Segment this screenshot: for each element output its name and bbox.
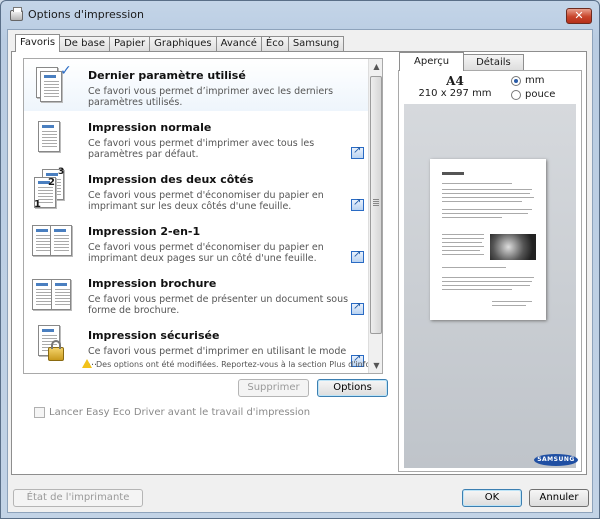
scroll-down-icon[interactable]: ▼ <box>369 358 382 373</box>
edit-icon[interactable] <box>351 249 364 263</box>
lock-shackle-icon <box>51 340 61 349</box>
close-button[interactable]: ✕ <box>566 8 592 24</box>
tab-details[interactable]: Détails <box>463 54 524 71</box>
favorite-item-normal[interactable]: Impression normale Ce favori vous permet… <box>24 111 368 163</box>
favorite-description: Ce favori vous permet de présenter un do… <box>88 294 349 316</box>
tab-apercu[interactable]: Aperçu <box>399 52 465 71</box>
tab-eco[interactable]: Éco <box>260 36 289 52</box>
preview-area: SAMSUNG <box>404 104 578 468</box>
edit-icon[interactable] <box>351 301 364 315</box>
unit-mm-radio[interactable] <box>511 75 521 86</box>
warning-message: Des options ont été modifiées. Reportez-… <box>82 359 373 369</box>
document-preview <box>430 159 546 320</box>
page-number-1-icon: 1 <box>34 199 41 210</box>
favorite-name: Impression normale <box>88 121 212 134</box>
tab-samsung[interactable]: Samsung <box>287 36 345 52</box>
favorite-description: Ce favori vous permet d'imprimer avec to… <box>88 138 315 160</box>
lock-icon <box>48 347 64 361</box>
paper-size: A4 <box>446 74 464 88</box>
titlebar: Options d'impression ✕ <box>1 1 599 29</box>
favorite-item-last-used[interactable]: ✓ Dernier paramètre utilisé Ce favori vo… <box>24 59 368 111</box>
favorite-name: Impression 2-en-1 <box>88 225 201 238</box>
favorite-item-booklet[interactable]: Impression brochure Ce favori vous perme… <box>24 267 368 319</box>
eco-driver-option[interactable]: Lancer Easy Eco Driver avant le travail … <box>34 407 310 418</box>
tab-strip: Favoris De base Papier Graphiques Avancé… <box>15 34 345 52</box>
window-title: Options d'impression <box>28 8 144 21</box>
warning-icon <box>82 359 92 368</box>
delete-button[interactable]: Supprimer <box>238 379 309 397</box>
unit-mm-label: mm <box>525 75 545 86</box>
edit-icon[interactable] <box>351 197 364 211</box>
printer-icon <box>10 7 23 21</box>
check-icon: ✓ <box>60 63 72 79</box>
favorite-thumbnail <box>30 271 74 315</box>
preview-tab-strip: Aperçu Détails <box>399 52 524 71</box>
vertical-scrollbar[interactable]: ▲ ▼ <box>368 59 382 373</box>
printer-status-button[interactable]: État de l'imprimante <box>13 489 143 507</box>
preview-box: A4 210 x 297 mm mm pouce SAMSUNG <box>398 70 582 472</box>
favorites-panel: ✓ Dernier paramètre utilisé Ce favori vo… <box>11 51 587 475</box>
page-number-3-icon: 3 <box>58 167 65 177</box>
favorite-description: Ce favori vous permet d'économiser du pa… <box>88 242 324 264</box>
scrollbar-thumb[interactable] <box>370 76 382 334</box>
favorite-name: Impression des deux côtés <box>88 173 254 186</box>
favorites-list[interactable]: ✓ Dernier paramètre utilisé Ce favori vo… <box>23 58 383 374</box>
scroll-up-icon[interactable]: ▲ <box>369 59 382 74</box>
cancel-button[interactable]: Annuler <box>529 489 589 507</box>
tab-de-base[interactable]: De base <box>59 36 110 52</box>
edit-icon[interactable] <box>351 145 364 159</box>
favorite-item-2-in-1[interactable]: Impression 2-en-1 Ce favori vous permet … <box>24 215 368 267</box>
print-options-window: Options d'impression ✕ Favoris De base P… <box>0 0 600 519</box>
unit-pouce-radio[interactable] <box>511 89 521 100</box>
favorite-thumbnail <box>30 115 74 159</box>
preview-image <box>490 234 536 260</box>
unit-mm-option[interactable]: mm <box>511 75 544 86</box>
ok-button[interactable]: OK <box>462 489 522 507</box>
page-number-2-icon: 2 <box>48 177 55 188</box>
options-button[interactable]: Options <box>317 379 388 397</box>
dialog-client: Favoris De base Papier Graphiques Avancé… <box>7 29 593 513</box>
favorite-description: Ce favori vous permet d'économiser du pa… <box>88 190 324 212</box>
favorite-thumbnail: 2 3 1 <box>30 167 74 211</box>
favorite-item-duplex[interactable]: 2 3 1 Impression des deux côtés Ce favor… <box>24 163 368 215</box>
eco-driver-checkbox[interactable] <box>34 407 45 418</box>
tab-papier[interactable]: Papier <box>108 36 151 52</box>
unit-pouce-option[interactable]: pouce <box>511 89 555 100</box>
paper-dimensions: 210 x 297 mm <box>418 88 492 99</box>
unit-pouce-label: pouce <box>525 89 556 100</box>
tab-avance[interactable]: Avancé <box>215 36 262 52</box>
favorite-name: Impression sécurisée <box>88 329 220 342</box>
warning-text: Des options ont été modifiées. Reportez-… <box>96 360 373 369</box>
favorite-thumbnail <box>30 219 74 263</box>
favorite-name: Impression brochure <box>88 277 217 290</box>
tab-favoris[interactable]: Favoris <box>15 34 61 52</box>
favorite-thumbnail <box>30 323 74 367</box>
tab-graphiques[interactable]: Graphiques <box>149 36 217 52</box>
samsung-logo: SAMSUNG <box>534 454 578 466</box>
favorite-thumbnail: ✓ <box>30 63 74 107</box>
favorite-name: Dernier paramètre utilisé <box>88 69 246 82</box>
eco-driver-label: Lancer Easy Eco Driver avant le travail … <box>49 407 311 418</box>
favorite-description: Ce favori vous permet d’imprimer avec le… <box>88 86 334 108</box>
